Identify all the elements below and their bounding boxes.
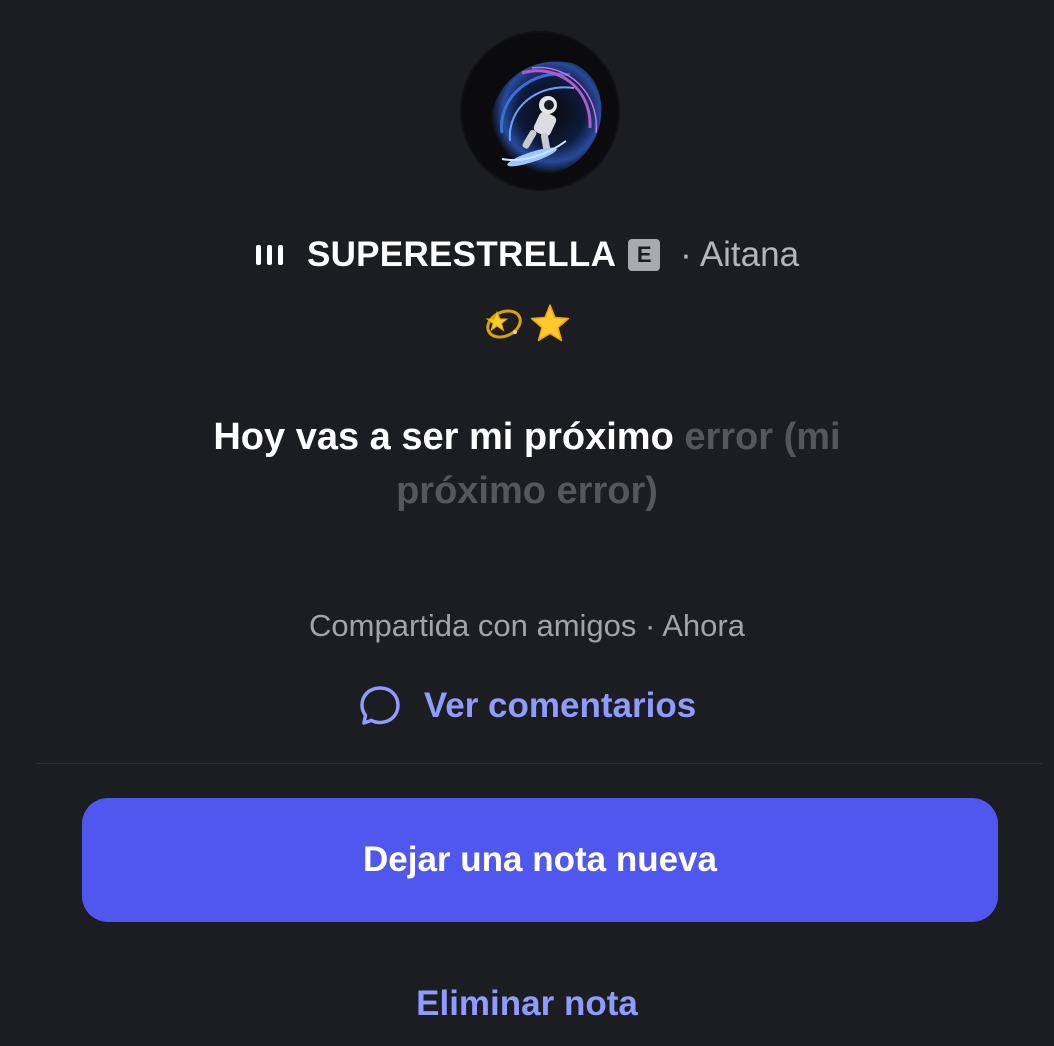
explicit-badge: E <box>628 239 661 271</box>
song-info-row[interactable]: SUPERESTRELLA E · Aitana <box>0 232 1054 278</box>
dizzy-icon <box>485 309 522 339</box>
view-comments-link[interactable]: Ver comentarios <box>0 684 1054 728</box>
artist-name: Aitana <box>699 235 800 274</box>
share-meta: Compartida con amigos · Ahora <box>309 608 745 643</box>
artist-separator: · <box>680 235 692 274</box>
music-bars-icon <box>255 244 285 266</box>
note-emojis <box>0 302 1054 344</box>
leave-new-note-button[interactable]: Dejar una nota nueva <box>82 798 998 922</box>
speech-bubble-icon <box>360 686 400 725</box>
profile-avatar[interactable] <box>462 33 618 189</box>
astronaut-surfer-image <box>462 33 618 189</box>
star-icon <box>530 304 570 342</box>
song-title: SUPERESTRELLA <box>306 235 617 274</box>
divider <box>36 763 1042 764</box>
view-comments-label: Ver comentarios <box>423 686 697 725</box>
lyric-sung: Hoy vas a ser mi próximo <box>213 416 674 458</box>
note-detail-sheet: SUPERESTRELLA E · Aitana Hoy vas a ser m… <box>0 0 1054 1046</box>
delete-note-button[interactable]: Eliminar nota <box>0 984 1054 1024</box>
lyric-text: Hoy vas a ser mi próximo error (mi próxi… <box>170 410 884 518</box>
